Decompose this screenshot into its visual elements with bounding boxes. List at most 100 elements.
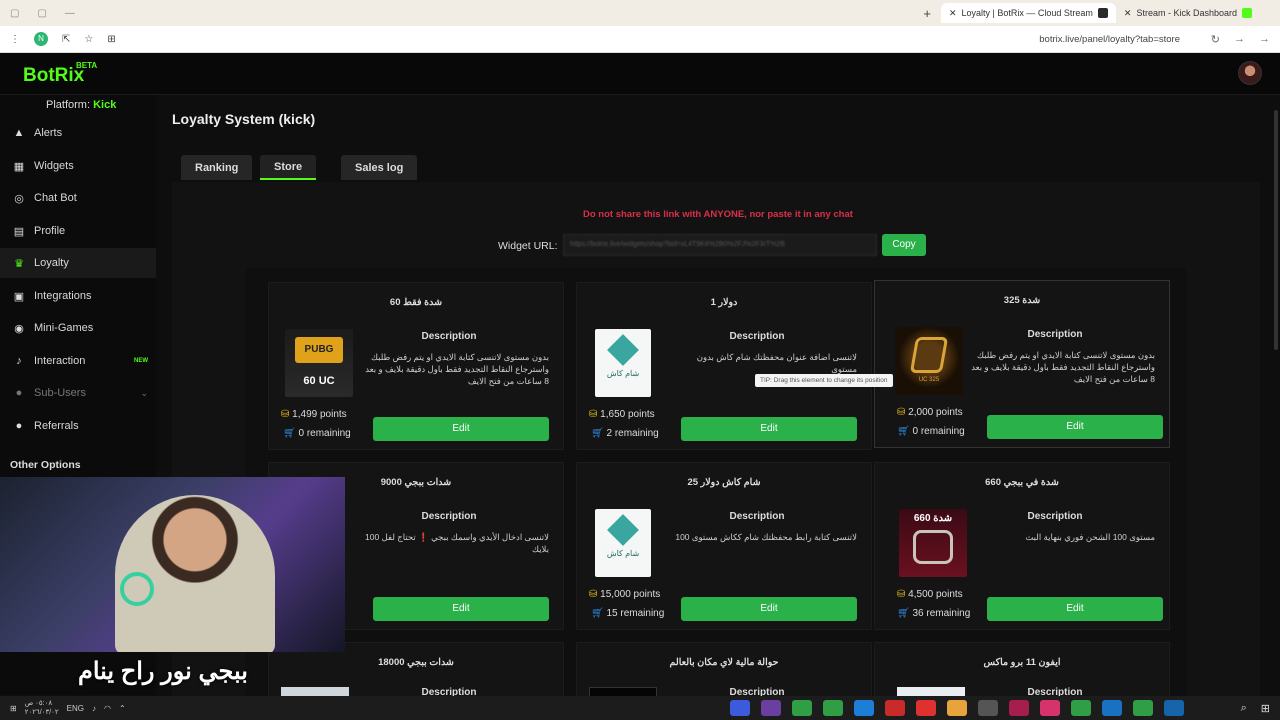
chrome-icon[interactable] [792, 700, 812, 716]
item-points: ⛁ 1,499 points [281, 409, 347, 420]
cart-icon: 🛒︎ [897, 608, 910, 619]
store-item-card[interactable]: 25 شام كاش دولار شام كاش Description لات… [576, 462, 872, 630]
app-icon[interactable] [978, 700, 998, 716]
sidebar-item-mini-games[interactable]: ◉ Mini-Games [0, 313, 156, 343]
item-image: شام كاش [595, 329, 651, 397]
item-remaining: 🛒︎ 0 remaining [897, 426, 965, 437]
rgb-fan-light [120, 572, 154, 606]
windows-icon[interactable]: ⊞ [10, 704, 17, 713]
sidebar-item-alerts[interactable]: ▲ Alerts [0, 118, 156, 148]
cart-icon: 🛒︎ [283, 428, 296, 439]
sidebar-item-chat-bot[interactable]: ◎ Chat Bot [0, 183, 156, 213]
back-icon[interactable]: → [1259, 33, 1270, 46]
app-icon[interactable] [854, 700, 874, 716]
app-icon[interactable] [761, 700, 781, 716]
edit-button[interactable]: Edit [681, 417, 857, 441]
id-card-icon: ▤ [13, 225, 25, 238]
tab-title: Loyalty | BotRix — Cloud Stream [961, 8, 1093, 18]
chrome-icon[interactable] [823, 700, 843, 716]
folder-icon[interactable] [947, 700, 967, 716]
tab-store[interactable]: Store [260, 155, 317, 180]
os-taskbar: ⊞ ٠٥:٠٨ ص ٢٠٢٦/٠٣/٠٢ ENG ♪ ◠ ⌃ ⌕ ⊞ [0, 696, 1280, 720]
url-field[interactable]: botrix.live/panel/loyalty?tab=store [1039, 34, 1180, 45]
puzzle-icon: ▣ [13, 290, 25, 303]
sidebar-item-widgets[interactable]: ▦ Widgets [0, 151, 156, 181]
sidebar-item-label: Integrations [34, 290, 92, 302]
description-heading: Description [1027, 329, 1083, 340]
profile-avatar[interactable]: N [34, 32, 48, 46]
gamepad-icon: ◉ [14, 322, 24, 335]
close-icon[interactable]: ✕ [949, 8, 957, 19]
widget-url-field[interactable]: https://botrix.live/widgets/shop?bid=xL4… [563, 234, 877, 256]
minimize-icon[interactable]: — [65, 8, 75, 19]
sidebar-item-profile[interactable]: ▤ Profile [0, 216, 156, 246]
tab-ranking[interactable]: Ranking [181, 155, 253, 180]
user-avatar[interactable] [1238, 61, 1262, 85]
app-icon[interactable] [1040, 700, 1060, 716]
chrome-icon[interactable] [1133, 700, 1153, 716]
item-points: ⛁ 2,000 points [897, 407, 963, 418]
item-points: ⛁ 15,000 points [589, 589, 661, 600]
share-icon[interactable]: ⇱ [62, 34, 70, 45]
drag-tooltip: TIP: Drag this element to change its pos… [755, 374, 893, 387]
clock[interactable]: ٠٥:٠٨ ص ٢٠٢٦/٠٣/٠٢ [25, 699, 59, 717]
sidebar-item-loyalty[interactable]: ♛ Loyalty [0, 248, 156, 278]
edit-button[interactable]: Edit [373, 597, 549, 621]
item-image-label: شام كاش [606, 369, 640, 378]
browser-tab-kick[interactable]: ✕ Stream - Kick Dashboard [1116, 3, 1260, 23]
edit-button[interactable]: Edit [373, 417, 549, 441]
volume-icon[interactable]: ♪ [92, 704, 96, 713]
close-icon[interactable]: ✕ [1124, 8, 1132, 19]
chrome-icon[interactable] [1071, 700, 1091, 716]
search-icon[interactable]: ⌕ [1241, 702, 1247, 715]
copy-button[interactable]: Copy [882, 234, 926, 256]
browser-tab-bar: ▢ ▢ — + ✕ Loyalty | BotRix — Cloud Strea… [0, 0, 1280, 26]
shamcash-logo [607, 334, 639, 366]
taskbar-apps [730, 700, 1184, 716]
app-icon[interactable] [730, 700, 750, 716]
webcam-overlay [0, 477, 345, 652]
star-icon[interactable]: ☆ [84, 34, 93, 45]
chevron-up-icon[interactable]: ⌃ [119, 704, 126, 713]
page-scrollbar[interactable] [1274, 110, 1278, 350]
edge-icon[interactable] [1102, 700, 1122, 716]
window-icon[interactable]: ▢ [10, 8, 19, 19]
sidebar-item-integrations[interactable]: ▣ Integrations [0, 281, 156, 311]
windows-start-icon[interactable]: ⊞ [1261, 702, 1270, 715]
wifi-icon[interactable]: ◠ [104, 704, 111, 713]
item-title: 1 دولار [710, 297, 738, 308]
app-icon[interactable] [1009, 700, 1029, 716]
sidebar-item-label: Referrals [34, 420, 79, 432]
app-icon[interactable] [916, 700, 936, 716]
reload-icon[interactable]: ↻ [1211, 33, 1220, 46]
sidebar-item-referrals[interactable]: ● Referrals [0, 411, 156, 441]
edit-button[interactable]: Edit [987, 415, 1163, 439]
restore-icon[interactable]: ▢ [37, 8, 46, 19]
item-image-label: UC 325 [918, 377, 940, 383]
browser-tab-loyalty[interactable]: ✕ Loyalty | BotRix — Cloud Stream [940, 3, 1116, 23]
store-item-card[interactable]: 60 شدة فقط PUBG 60 UC Description بدون م… [268, 282, 564, 450]
item-title: 60 شدة فقط [389, 297, 443, 308]
forward-icon[interactable]: → [1234, 33, 1245, 46]
edit-button[interactable]: Edit [681, 597, 857, 621]
edit-button[interactable]: Edit [987, 597, 1163, 621]
kick-favicon-icon [1242, 8, 1252, 18]
translate-icon[interactable]: ⊞ [107, 34, 115, 45]
store-item-card[interactable]: ايفون 11 برو ماكس Description [874, 642, 1170, 701]
coins-icon: ⛁ [897, 407, 906, 418]
new-tab-button[interactable]: + [923, 6, 931, 21]
tab-sales-log[interactable]: Sales log [341, 155, 418, 180]
cart-icon: 🛒︎ [897, 426, 910, 437]
store-item-card[interactable]: 325 شدة UC 325 Description بدون مستوى لا… [874, 280, 1170, 448]
store-item-card[interactable]: 1 دولار شام كاش Description لاتنسى اضافة… [576, 282, 872, 450]
cart-icon: 🛒︎ [591, 428, 604, 439]
item-title: ايفون 11 برو ماكس [983, 657, 1061, 668]
sidebar-item-interaction[interactable]: ♪ Interaction NEW [0, 346, 156, 376]
menu-icon[interactable]: ⋮ [10, 34, 20, 45]
store-item-card[interactable]: حوالة مالية لاي مكان بالعالم Description [576, 642, 872, 701]
sidebar-item-sub-users[interactable]: ● Sub-Users ⌄ [0, 378, 156, 408]
language-indicator[interactable]: ENG [67, 704, 84, 713]
app-icon[interactable] [1164, 700, 1184, 716]
app-icon[interactable] [885, 700, 905, 716]
store-item-card[interactable]: 660 شدة في ببجي 660 شدة Description مستو… [874, 462, 1170, 630]
